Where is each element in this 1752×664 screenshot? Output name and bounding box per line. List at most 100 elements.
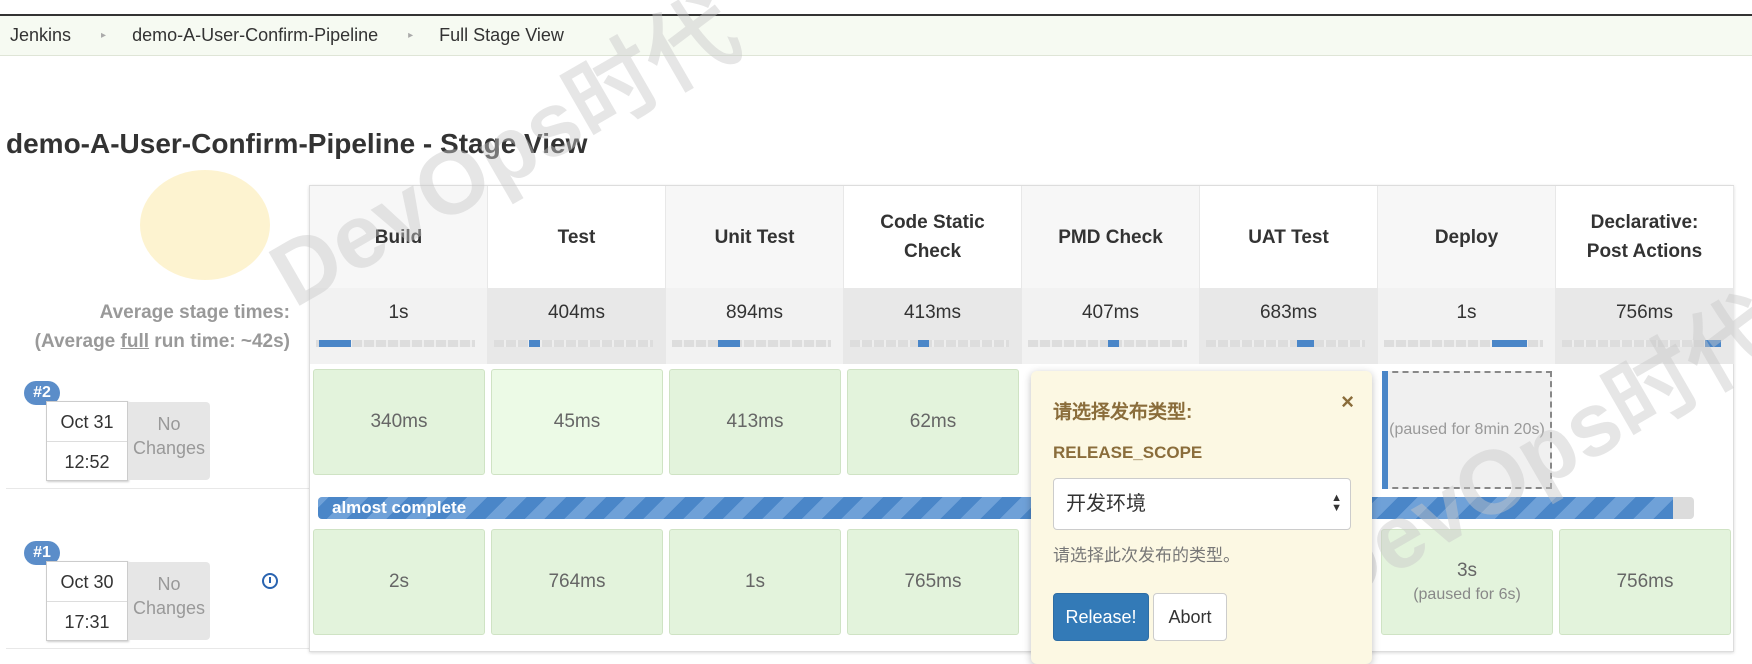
stage-header-line1: Unit Test (714, 226, 795, 248)
select-value: 开发环境 (1066, 493, 1146, 515)
run-date-box[interactable]: Oct 30 17:31 (46, 561, 128, 641)
stage-cell-run2[interactable]: 413ms (669, 369, 841, 475)
stage-header-line1: Build (374, 226, 423, 248)
stage-header-line1: Declarative: (1590, 212, 1699, 233)
breadcrumb: Jenkins ▸ demo-A-User-Confirm-Pipeline ▸… (0, 16, 1752, 56)
stage-average-value: 404ms (547, 302, 606, 323)
stage-cell-run1[interactable]: 756ms (1559, 529, 1731, 635)
stage-average-time: 756ms (1556, 288, 1734, 364)
run-date-box[interactable]: Oct 31 12:52 (46, 401, 128, 481)
run-row-2: #2 Oct 31 12:52 No Changes (6, 365, 309, 489)
stage-average-bar (1562, 340, 1721, 347)
stage-header-line1: Deploy (1434, 226, 1499, 248)
stage-cell-time: 1s (744, 571, 766, 592)
chevron-right-icon: ▸ (408, 30, 414, 41)
page-title: demo-A-User-Confirm-Pipeline - Stage Vie… (6, 128, 588, 159)
stage-header: Unit Test (666, 186, 844, 288)
run-changes: No Changes (128, 562, 210, 640)
stage-average-fill (528, 340, 541, 347)
watermark-bee-logo (140, 170, 270, 280)
stage-average-value: 683ms (1259, 302, 1318, 323)
stage-header: Build (310, 186, 488, 288)
release-scope-select[interactable]: 开发环境 ▲ ▼ (1053, 478, 1351, 530)
stage-average-time: 683ms (1200, 288, 1378, 364)
run-changes: No Changes (128, 402, 210, 480)
abort-button[interactable]: Abort (1153, 593, 1227, 641)
stage-average-time: 1s (1378, 288, 1556, 364)
run-time: 17:31 (64, 612, 110, 632)
stage-average-fill (1296, 340, 1315, 347)
stage-cell-run1[interactable]: 765ms (847, 529, 1019, 635)
stage-cell-run1[interactable]: 2s (313, 529, 485, 635)
stage-average-fill (1107, 340, 1119, 347)
stage-average-fill (1705, 340, 1721, 347)
run-date: Oct 30 (47, 562, 127, 602)
popup-title: 请选择发布类型: (1053, 402, 1193, 423)
stage-cell-run2[interactable]: 62ms (847, 369, 1019, 475)
stage-header-line1: Code Static (880, 212, 985, 233)
run-progress-bar: almost complete (318, 497, 1694, 519)
stage-cell-run2[interactable]: 340ms (313, 369, 485, 475)
stage-average-bar (1028, 340, 1187, 347)
paused-text: (paused for 8min 20s) (1389, 421, 1545, 438)
stage-cell-time: 62ms (909, 411, 957, 432)
stage-header: Deploy (1378, 186, 1556, 288)
stage-cell-time: 765ms (904, 571, 962, 592)
deploy-paused-cell[interactable]: (paused for 8min 20s) (1382, 371, 1552, 489)
breadcrumb-full-stage-view[interactable]: Full Stage View (439, 25, 564, 46)
stage-average-bar (1206, 340, 1365, 347)
stage-average-time: 894ms (666, 288, 844, 364)
stage-average-fill (319, 340, 351, 347)
stage-average-value: 1s (388, 302, 409, 323)
run-row-1: #1 Oct 30 17:31 No Changes (6, 525, 309, 649)
stage-cell-time: 3s (1456, 560, 1478, 581)
stage-cell-run1[interactable]: 1s (669, 529, 841, 635)
param-help-text: 请选择此次发布的类型。 (1053, 546, 1240, 565)
stage-average-bar (316, 340, 475, 347)
stage-average-bar (1384, 340, 1543, 347)
stage-header-line1: Test (557, 226, 596, 248)
stage-average-time: 407ms (1022, 288, 1200, 364)
stage-cell-time: 2s (388, 571, 410, 592)
close-icon[interactable]: × (1341, 389, 1354, 415)
chevron-right-icon: ▸ (101, 30, 107, 41)
stage-header: PMD Check (1022, 186, 1200, 288)
release-button[interactable]: Release! (1053, 593, 1149, 641)
progress-fill (318, 497, 1674, 519)
stage-header-line1: UAT Test (1248, 226, 1329, 248)
stage-average-value: 413ms (903, 302, 962, 323)
stage-average-time: 1s (310, 288, 488, 364)
select-arrows-icon: ▲ ▼ (1331, 492, 1342, 514)
stage-header-line2: Check (903, 241, 962, 262)
clock-icon[interactable] (262, 573, 278, 589)
stage-header: Code Static Check (844, 186, 1022, 288)
stage-cell-run1[interactable]: 3s (paused for 6s) (1381, 529, 1553, 635)
stage-cell-time: 45ms (553, 411, 601, 432)
stage-average-bar (494, 340, 653, 347)
stage-average-bar (672, 340, 831, 347)
stage-cell-time: 340ms (370, 411, 428, 432)
stage-cell-run2[interactable]: 45ms (491, 369, 663, 475)
run-time: 12:52 (64, 452, 110, 472)
stage-average-value: 407ms (1081, 302, 1140, 323)
stage-header-line1: PMD Check (1058, 226, 1163, 248)
stage-average-time: 404ms (488, 288, 666, 364)
stage-header: UAT Test (1200, 186, 1378, 288)
stage-average-time: 413ms (844, 288, 1022, 364)
breadcrumb-jenkins[interactable]: Jenkins (0, 25, 71, 46)
param-name: RELEASE_SCOPE (1053, 443, 1203, 462)
stage-average-fill (718, 340, 741, 347)
stage-header-line2: Post Actions (1586, 241, 1703, 262)
input-request-popup: 请选择发布类型: × RELEASE_SCOPE 开发环境 ▲ ▼ 请选择此次发布… (1031, 371, 1372, 664)
stage-cell-run1[interactable]: 764ms (491, 529, 663, 635)
stage-average-fill (1492, 340, 1528, 347)
stage-average-value: 894ms (725, 302, 784, 323)
breadcrumb-pipeline[interactable]: demo-A-User-Confirm-Pipeline (132, 25, 378, 46)
average-stage-times-label: Average stage times: (Average full run t… (35, 298, 290, 356)
stage-cell-time: 764ms (548, 571, 606, 592)
progress-label: almost complete (332, 498, 467, 517)
stage-header: Declarative: Post Actions (1556, 186, 1734, 288)
average-label-line1: Average stage times: (99, 302, 290, 323)
stage-cell-time: 413ms (726, 411, 784, 432)
stage-average-value: 1s (1456, 302, 1477, 323)
